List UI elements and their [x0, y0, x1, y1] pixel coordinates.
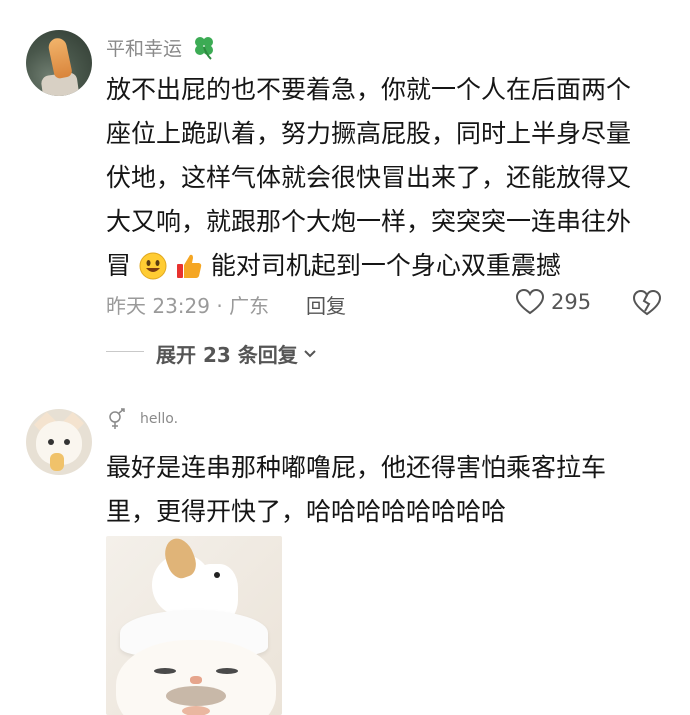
expand-replies-label: 展开 23 条回复: [156, 343, 298, 367]
username[interactable]: 平和幸运: [106, 38, 182, 60]
comment-image[interactable]: [106, 536, 282, 715]
comment-line: 伏地，这样气体就会很快冒出来了，还能放得又: [106, 163, 632, 192]
expand-replies-button[interactable]: 展开 23 条回复: [156, 339, 318, 368]
comment-time-location: 昨天 23:29 · 广东: [106, 294, 270, 318]
like-button[interactable]: 295: [515, 288, 591, 316]
heart-icon: [515, 288, 545, 315]
comment-text: 最好是连串那种嘟噜屁，他还得害怕乘客拉车 里，更得开快了，哈哈哈哈哈哈哈哈: [106, 446, 676, 534]
comment-line: 座位上跪趴着，努力撅高屁股，同时上半身尽量: [106, 119, 632, 148]
chevron-down-icon: [304, 349, 316, 357]
avatar[interactable]: [26, 409, 92, 475]
comment-line-tail: 能对司机起到一个身心双重震撼: [210, 251, 561, 280]
comment-text: 放不出屁的也不要着急，你就一个人在后面两个 座位上跪趴着，努力撅高屁股，同时上半…: [106, 68, 676, 288]
comment-header: hello.: [106, 408, 178, 430]
comment-line-last: 冒 能对司机起到一个身心双重震撼: [106, 244, 676, 288]
dislike-broken-heart-icon[interactable]: [632, 289, 662, 317]
gender-symbol-icon: [109, 408, 125, 429]
like-count: 295: [551, 290, 592, 314]
grinning-face-icon: [139, 252, 167, 280]
comment-line: 放不出屁的也不要着急，你就一个人在后面两个: [106, 75, 632, 104]
comment-line-start: 冒: [106, 251, 132, 280]
avatar[interactable]: [26, 30, 92, 96]
expand-divider: [106, 351, 144, 352]
comment-line: 里，更得开快了，哈哈哈哈哈哈哈哈: [106, 497, 507, 526]
reply-button[interactable]: 回复: [306, 290, 346, 319]
comment-line: 大又响，就跟那个大炮一样，突突突一连串往外: [106, 207, 632, 236]
comment-header: 平和幸运: [106, 34, 217, 61]
four-leaf-clover-icon: [195, 37, 214, 60]
thumbs-up-icon: [176, 254, 202, 278]
username[interactable]: hello.: [140, 411, 178, 427]
comment-line: 最好是连串那种嘟噜屁，他还得害怕乘客拉车: [106, 453, 607, 482]
